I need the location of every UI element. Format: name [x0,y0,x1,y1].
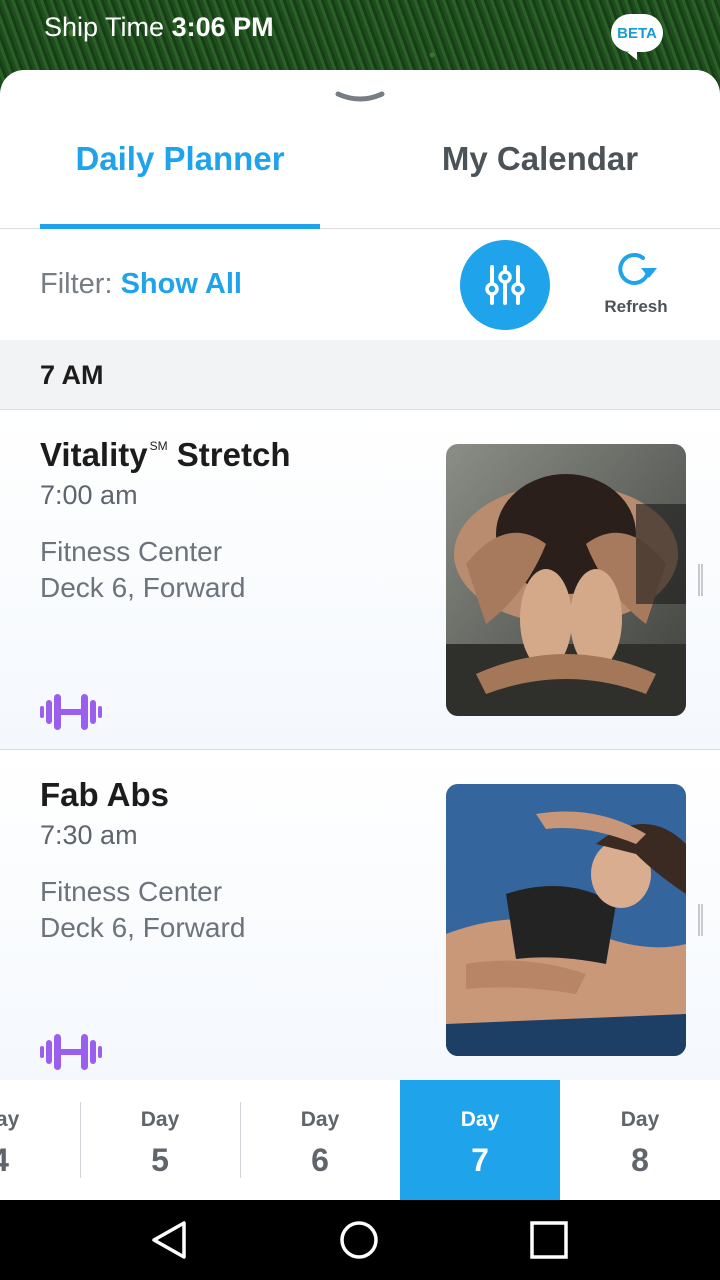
day-8-button[interactable]: Day 8 [560,1080,720,1200]
drag-handle[interactable] [698,564,703,596]
hour-header: 7 AM [0,340,720,410]
abs-workout-photo [446,784,686,1056]
day-label: Day [0,1108,20,1131]
tab-my-calendar[interactable]: My Calendar [360,140,720,178]
stretching-photo [446,444,686,716]
chevron-down-icon[interactable] [334,88,386,108]
event-title: Fab Abs [40,776,169,813]
event-title-suffix: Stretch [176,436,291,473]
day-number: 6 [311,1142,329,1178]
day-4-button[interactable]: Day 4 [0,1080,80,1200]
event-time: 7:30 am [40,820,138,850]
system-nav-bar [0,1200,720,1280]
sliders-icon [485,265,525,305]
day-label: Day [140,1108,180,1131]
event-title: Vitality SM Stretch [40,436,290,474]
day-label: Day [460,1108,500,1131]
filter-button[interactable] [460,240,550,330]
service-mark: SM [149,439,168,453]
filter-row: Filter: Show All Refresh [0,230,720,340]
planner-sheet: Daily Planner My Calendar Filter: Show A… [0,70,720,1200]
drag-handle[interactable] [698,904,703,936]
hour-label: 7 AM [40,360,104,390]
day-label: Day [300,1108,340,1131]
day-label: Day [620,1108,660,1131]
event-deck: Deck 6, Forward [40,912,246,943]
day-number: 4 [0,1142,80,1179]
ship-time-value: 3:06 PM [171,12,274,42]
filter-label-text: Filter: [40,268,113,300]
event-card[interactable]: Fab Abs 7:30 am Fitness Center Deck 6, F… [0,750,720,1090]
refresh-icon [618,253,657,285]
event-time: 7:00 am [40,480,138,510]
dumbbell-icon [40,1034,102,1070]
event-deck: Deck 6, Forward [40,572,246,603]
event-card[interactable]: Vitality SM Stretch 7:00 am Fitness Cente… [0,410,720,750]
dumbbell-icon [40,694,102,730]
active-tab-indicator [40,224,320,229]
recents-icon[interactable] [527,1218,571,1262]
day-number: 7 [471,1142,489,1178]
ship-time: Ship Time 3:06 PM [44,12,274,43]
event-location: Fitness Center [40,876,223,907]
event-title-text: Vitality [40,436,148,473]
filter-label: Filter: Show All [40,268,242,301]
tab-bar: Daily Planner My Calendar [0,120,720,229]
day-number: 5 [151,1142,169,1178]
ship-time-label: Ship Time [44,12,165,42]
home-icon[interactable] [337,1218,381,1262]
tab-daily-planner[interactable]: Daily Planner [0,140,360,178]
beta-badge[interactable]: BETA [611,14,663,60]
filter-show-all[interactable]: Show All [121,268,242,300]
day-number: 8 [631,1142,649,1178]
day-7-button[interactable]: Day 7 [400,1080,560,1200]
refresh-label: Refresh [604,297,668,316]
event-location: Fitness Center [40,536,223,567]
day-selector: Day 4 Day 5 Day 6 Day 7 Day 8 [0,1080,720,1200]
refresh-button[interactable]: Refresh [596,248,676,317]
day-6-button[interactable]: Day 6 [240,1080,400,1200]
back-icon[interactable] [148,1218,192,1262]
day-5-button[interactable]: Day 5 [80,1080,240,1200]
